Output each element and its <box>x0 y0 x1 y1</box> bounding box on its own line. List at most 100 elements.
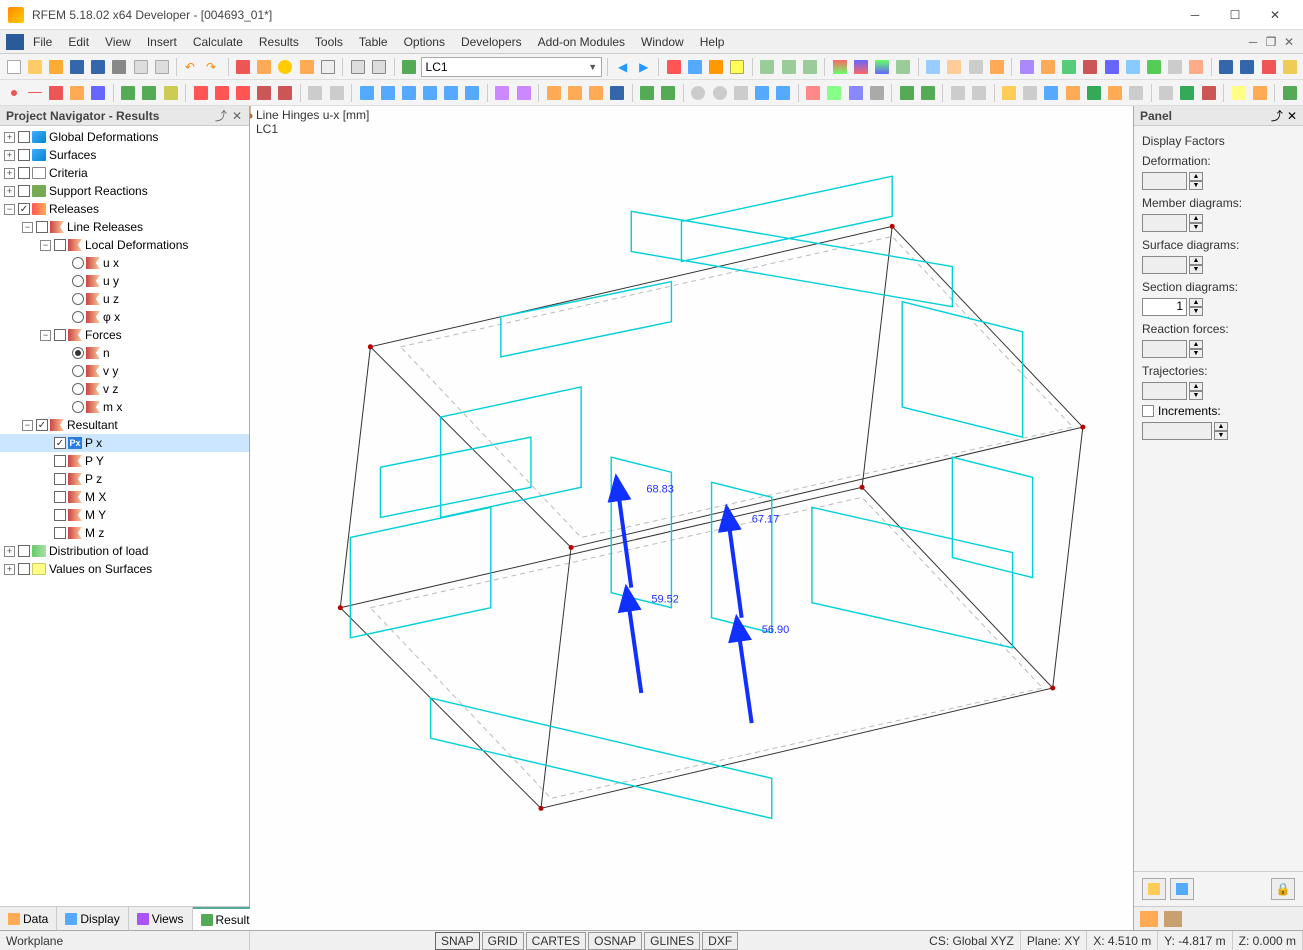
tree-values-on-surfaces[interactable]: +Values on Surfaces <box>0 560 249 578</box>
extend-icon[interactable] <box>463 82 482 104</box>
next-lc-icon[interactable]: ▶ <box>634 56 653 78</box>
tree-pz[interactable]: P z <box>0 470 249 488</box>
menu-table[interactable]: Table <box>352 33 395 51</box>
snap-btn-snap[interactable]: SNAP <box>435 932 480 950</box>
ex2-icon[interactable] <box>970 82 989 104</box>
table2-icon[interactable] <box>369 56 388 78</box>
render4-icon[interactable] <box>894 56 913 78</box>
panel-tab-1[interactable] <box>1140 911 1158 927</box>
edit2-icon[interactable] <box>327 82 346 104</box>
tree-uy[interactable]: u y <box>0 272 249 290</box>
measure-icon[interactable] <box>945 56 964 78</box>
hinge-icon[interactable] <box>161 82 180 104</box>
load1-icon[interactable] <box>191 82 210 104</box>
panel-btn-lock[interactable]: 🔒 <box>1271 878 1295 900</box>
zoom4-icon[interactable] <box>752 82 771 104</box>
panel-tab-2[interactable] <box>1164 911 1182 927</box>
mod1-icon[interactable] <box>1217 56 1236 78</box>
reaction-field[interactable]: ▲▼ <box>1142 340 1295 358</box>
print-icon[interactable] <box>110 56 129 78</box>
snap-btn-dxf[interactable]: DXF <box>702 932 738 950</box>
load2-icon[interactable] <box>212 82 231 104</box>
tree-phix[interactable]: φ x <box>0 308 249 326</box>
show-results-icon[interactable] <box>707 56 726 78</box>
clip1-icon[interactable] <box>638 82 657 104</box>
maximize-button[interactable]: ☐ <box>1215 1 1255 29</box>
ex1-icon[interactable] <box>948 82 967 104</box>
render3-icon[interactable] <box>873 56 892 78</box>
load3-icon[interactable] <box>233 82 252 104</box>
ex10-icon[interactable] <box>1157 82 1176 104</box>
disp1-icon[interactable] <box>897 82 916 104</box>
menu-window[interactable]: Window <box>634 33 691 51</box>
zoom1-icon[interactable] <box>689 82 708 104</box>
menu-addons[interactable]: Add-on Modules <box>531 33 632 51</box>
check-icon[interactable] <box>233 56 252 78</box>
tree-mx[interactable]: m x <box>0 398 249 416</box>
member-icon[interactable] <box>46 82 65 104</box>
report-icon[interactable] <box>131 56 150 78</box>
tree-line-releases[interactable]: −Line Releases <box>0 218 249 236</box>
tree-resultant[interactable]: −✓Resultant <box>0 416 249 434</box>
render1-icon[interactable] <box>830 56 849 78</box>
support2-icon[interactable] <box>140 82 159 104</box>
model-viewport[interactable]: Line Hinges u-x [mm] LC1 <box>250 106 1133 930</box>
tree-local-deformations[interactable]: −Local Deformations <box>0 236 249 254</box>
tree-criteria[interactable]: +Criteria <box>0 164 249 182</box>
view-y-icon[interactable] <box>825 82 844 104</box>
move-icon[interactable] <box>357 82 376 104</box>
menu-results[interactable]: Results <box>252 33 306 51</box>
dim-icon[interactable] <box>924 56 943 78</box>
tree-py[interactable]: P Y <box>0 452 249 470</box>
tree-global-deformations[interactable]: +Global Deformations <box>0 128 249 146</box>
clip2-icon[interactable] <box>659 82 678 104</box>
open-file-icon[interactable] <box>25 56 44 78</box>
new-file-icon[interactable] <box>4 56 23 78</box>
iso-icon[interactable] <box>800 56 819 78</box>
ex4-icon[interactable] <box>1021 82 1040 104</box>
persp-icon[interactable] <box>779 56 798 78</box>
copy-icon[interactable] <box>318 56 337 78</box>
menu-developers[interactable]: Developers <box>454 33 529 51</box>
zoom2-icon[interactable] <box>710 82 729 104</box>
redo-icon[interactable]: ↷ <box>203 56 222 78</box>
menu-edit[interactable]: Edit <box>61 33 96 51</box>
surface-field[interactable]: ▲▼ <box>1142 256 1295 274</box>
ex11-icon[interactable] <box>1178 82 1197 104</box>
vis2-icon[interactable] <box>565 82 584 104</box>
table-icon[interactable] <box>348 56 367 78</box>
rotate-icon[interactable] <box>378 82 397 104</box>
axo-icon[interactable] <box>758 56 777 78</box>
scale-icon[interactable] <box>421 82 440 104</box>
tree-forces[interactable]: −Forces <box>0 326 249 344</box>
mod4-icon[interactable] <box>1280 56 1299 78</box>
tree-releases[interactable]: −✓Releases <box>0 200 249 218</box>
minimize-button[interactable]: ─ <box>1175 1 1215 29</box>
array-icon[interactable] <box>442 82 461 104</box>
mirror-icon[interactable] <box>399 82 418 104</box>
tree-px[interactable]: ✓PxP x <box>0 434 249 452</box>
nav-close-icon[interactable]: ✕ <box>231 110 243 122</box>
globe-icon[interactable] <box>276 56 295 78</box>
snap-btn-grid[interactable]: GRID <box>482 932 524 950</box>
lc-icon[interactable] <box>399 56 418 78</box>
edit1-icon[interactable] <box>306 82 325 104</box>
increments-check[interactable]: Increments: <box>1142 404 1295 418</box>
deform-icon[interactable] <box>685 56 704 78</box>
undo-icon[interactable]: ↶ <box>182 56 201 78</box>
misc2-icon[interactable] <box>1038 56 1057 78</box>
tree-vy[interactable]: v y <box>0 362 249 380</box>
increments-field[interactable]: ▲▼ <box>1142 422 1295 440</box>
panel-close-icon[interactable]: ✕ <box>1287 109 1297 123</box>
section-field[interactable]: 1▲▼ <box>1142 298 1295 316</box>
results-toggle-icon[interactable] <box>664 56 683 78</box>
disp2-icon[interactable] <box>918 82 937 104</box>
ex8-icon[interactable] <box>1105 82 1124 104</box>
nav-tab-views[interactable]: Views <box>129 907 193 930</box>
line-icon[interactable] <box>25 82 44 104</box>
sel2-icon[interactable] <box>514 82 533 104</box>
zoom3-icon[interactable] <box>731 82 750 104</box>
view-iso-icon[interactable] <box>867 82 886 104</box>
tree-surfaces[interactable]: +Surfaces <box>0 146 249 164</box>
preview-icon[interactable] <box>152 56 171 78</box>
